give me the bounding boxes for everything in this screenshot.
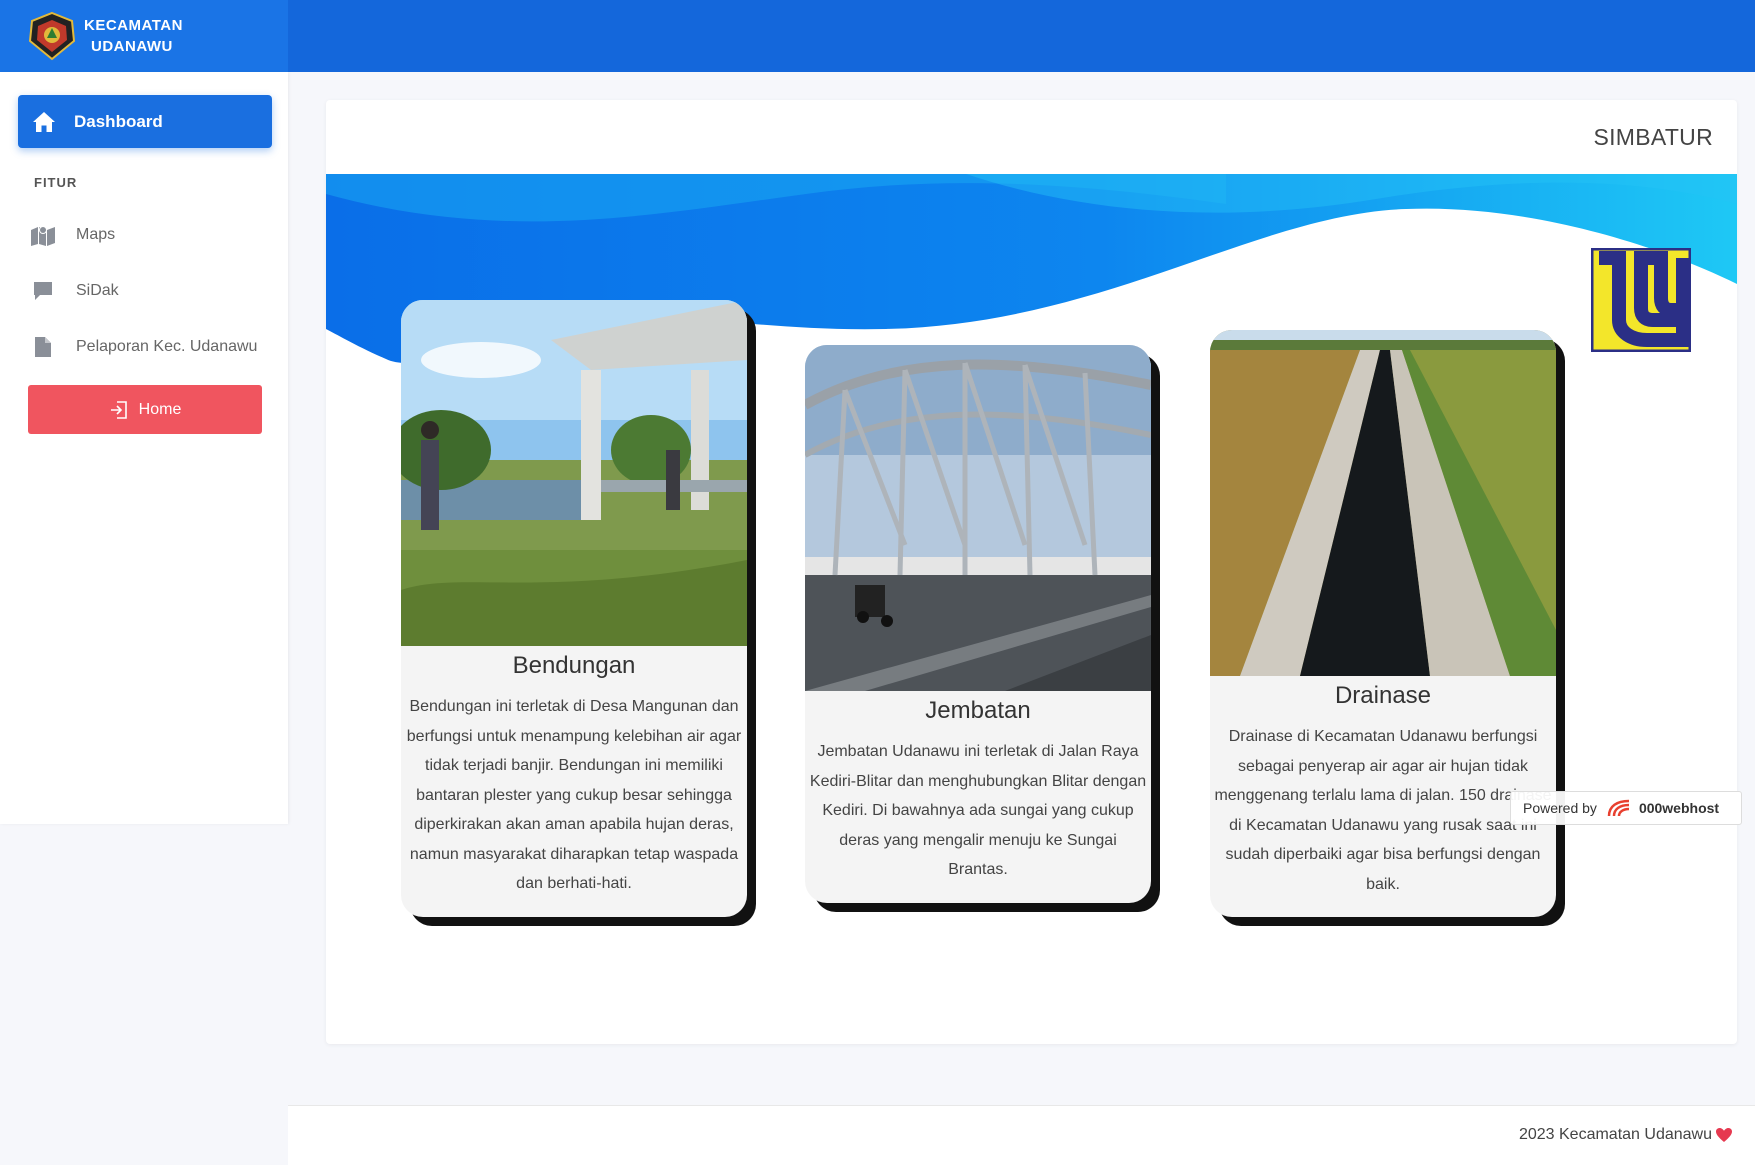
- heart-icon: [1716, 1128, 1732, 1142]
- card-title: Bendungan: [512, 652, 636, 679]
- kabupaten-emblem-icon: [28, 11, 76, 61]
- sidebar: Dashboard FITUR Maps SiDak Pelaporan Kec…: [0, 72, 288, 824]
- pu-logo-icon: [1591, 248, 1691, 352]
- card-description: Bendungan ini terletak di Desa Mangunan …: [406, 698, 742, 892]
- sidebar-item-label: Pelaporan Kec. Udanawu: [76, 338, 258, 355]
- home-button-label: Home: [138, 400, 182, 418]
- brand-line1: KECAMATAN: [84, 17, 183, 34]
- home-button[interactable]: Home: [28, 385, 262, 434]
- sign-in-icon: [110, 400, 127, 419]
- sidebar-item-maps[interactable]: Maps: [30, 220, 115, 250]
- card-title: Drainase: [1334, 682, 1432, 709]
- footer-text: 2023 Kecamatan Udanawu: [1519, 1126, 1733, 1144]
- sidebar-item-dashboard[interactable]: Dashboard: [18, 95, 272, 148]
- sidebar-item-pelaporan[interactable]: Pelaporan Kec. Udanawu: [30, 332, 257, 362]
- brand-name: KECAMATAN UDANAWU: [84, 15, 183, 57]
- brand-line2: UDANAWU: [91, 38, 173, 55]
- page-title: SIMBATUR: [1593, 124, 1713, 150]
- webhost-brand: 000webhost: [1638, 800, 1720, 816]
- brand[interactable]: KECAMATAN UDANAWU: [0, 0, 288, 72]
- sidebar-item-sidak[interactable]: SiDak: [30, 276, 119, 306]
- sidebar-item-label: SiDak: [76, 282, 119, 299]
- footer: 2023 Kecamatan Udanawu: [288, 1105, 1755, 1165]
- card-image-drainase: [1210, 330, 1556, 676]
- chat-icon: [30, 280, 56, 302]
- powered-by-badge[interactable]: Powered by 000webhost: [1510, 791, 1742, 825]
- main-content-card: SIMBATUR Bendungan Bendungan ini terleta…: [326, 100, 1737, 1044]
- section-label-fitur: FITUR: [34, 175, 78, 190]
- dashboard-label: Dashboard: [74, 111, 163, 131]
- home-icon: [33, 111, 55, 132]
- card-description: Drainase di Kecamatan Udanawu berfungsi …: [1214, 728, 1552, 893]
- feature-card-bendungan[interactable]: Bendungan Bendungan ini terletak di Desa…: [401, 300, 747, 917]
- card-image-bendungan: [401, 300, 747, 646]
- card-description: Jembatan Udanawu ini terletak di Jalan R…: [809, 743, 1147, 878]
- card-title: Jembatan: [925, 697, 1031, 724]
- feature-card-drainase[interactable]: Drainase Drainase di Kecamatan Udanawu b…: [1210, 330, 1556, 917]
- feature-card-jembatan[interactable]: Jembatan Jembatan Udanawu ini terletak d…: [805, 345, 1151, 903]
- map-icon: [30, 224, 56, 246]
- file-icon: [30, 336, 56, 358]
- sidebar-item-label: Maps: [76, 226, 116, 243]
- footer-copyright: 2023 Kecamatan Udanawu: [1518, 1126, 1712, 1143]
- powered-by-label: Powered by: [1523, 800, 1597, 816]
- card-image-jembatan: [805, 345, 1151, 691]
- webhost-logo-icon: [1607, 799, 1629, 817]
